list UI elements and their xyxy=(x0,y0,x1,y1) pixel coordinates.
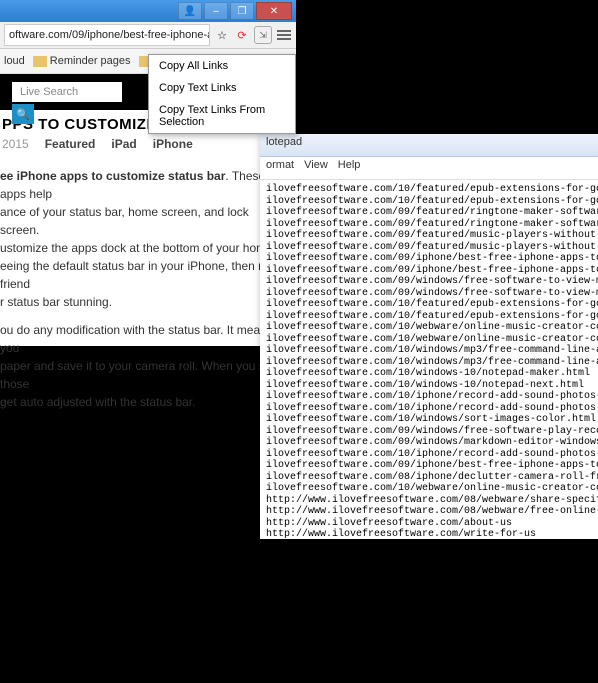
search-icon[interactable]: 🔍 xyxy=(12,104,34,124)
article-text: ance of your status bar, home screen, an… xyxy=(0,205,249,237)
article-body: ee iPhone apps to customize status bar. … xyxy=(0,161,296,433)
extension-icon[interactable]: ⟳ xyxy=(234,27,250,43)
notepad-text-area[interactable]: ilovefreesoftware.com/10/featured/epub-e… xyxy=(260,180,598,683)
category-link[interactable]: iPad xyxy=(111,137,136,151)
menu-view[interactable]: View xyxy=(304,159,328,177)
menu-item-copy-text-links[interactable]: Copy Text Links xyxy=(149,77,295,99)
folder-icon xyxy=(33,56,47,67)
post-date: 2015 xyxy=(2,137,29,151)
close-button[interactable]: ✕ xyxy=(256,2,292,20)
bookmark-folder[interactable]: Reminder pages xyxy=(33,55,131,67)
category-link[interactable]: Featured xyxy=(45,137,96,151)
article-text: r status bar stunning. xyxy=(0,295,112,309)
user-button[interactable]: 👤 xyxy=(178,2,202,20)
browser-window: 👤 – ❐ ✕ oftware.com/09/iphone/best-free-… xyxy=(0,0,296,346)
article-text: paper and save it to your camera roll. W… xyxy=(0,359,275,391)
notepad-menubar: ormat View Help xyxy=(260,157,598,180)
menu-format[interactable]: ormat xyxy=(266,159,294,177)
notepad-titlebar: lotepad xyxy=(260,134,598,157)
article-text: eeing the default status bar in your iPh… xyxy=(0,259,274,291)
article-text: ou do any modification with the status b… xyxy=(0,323,273,355)
article-text: ee iPhone apps to customize status bar xyxy=(0,169,225,183)
article-text: get auto adjusted with the status bar. xyxy=(0,395,195,409)
search-input[interactable]: Live Search xyxy=(12,82,122,102)
maximize-button[interactable]: ❐ xyxy=(230,2,254,20)
notepad-window: lotepad ormat View Help ilovefreesoftwar… xyxy=(260,134,598,539)
window-titlebar: 👤 – ❐ ✕ xyxy=(0,0,296,22)
minimize-button[interactable]: – xyxy=(204,2,228,20)
category-link[interactable]: iPhone xyxy=(153,137,193,151)
article-text: ustomize the apps dock at the bottom of … xyxy=(0,241,273,255)
bookmark-star-icon[interactable]: ☆ xyxy=(214,27,230,43)
copy-links-ext-icon[interactable]: ⇲ xyxy=(254,26,272,44)
menu-help[interactable]: Help xyxy=(338,159,361,177)
context-menu: Copy All Links Copy Text Links Copy Text… xyxy=(148,54,296,134)
url-input[interactable]: oftware.com/09/iphone/best-free-iphone-a… xyxy=(4,24,210,46)
menu-item-copy-text-links-selection[interactable]: Copy Text Links From Selection xyxy=(149,99,295,133)
bookmark-item[interactable]: loud xyxy=(4,55,25,67)
menu-hamburger-icon[interactable] xyxy=(276,27,292,43)
menu-item-copy-all-links[interactable]: Copy All Links xyxy=(149,55,295,77)
address-bar: oftware.com/09/iphone/best-free-iphone-a… xyxy=(0,22,296,49)
post-meta: 2015 Featured iPad iPhone xyxy=(2,133,296,161)
